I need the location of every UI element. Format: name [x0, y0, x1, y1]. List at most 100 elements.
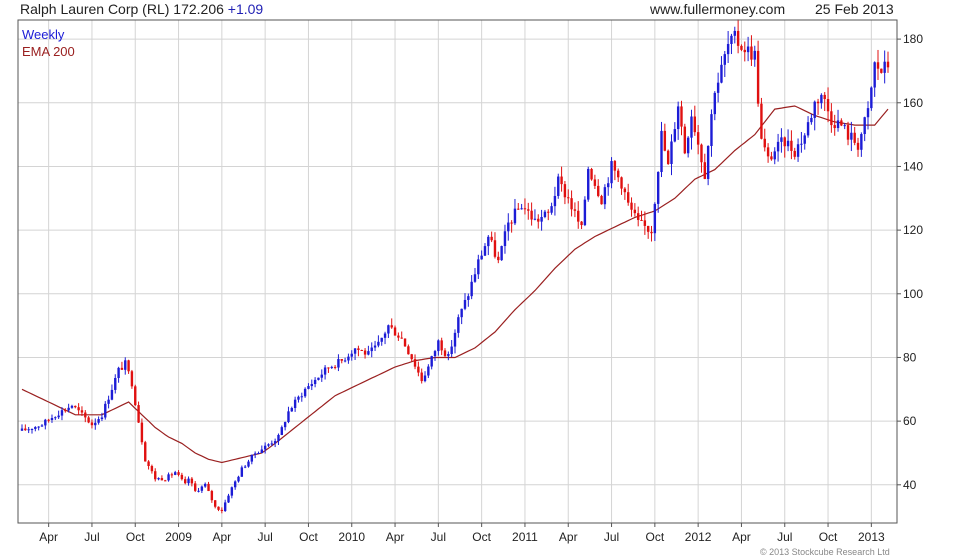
- candle-body: [613, 161, 617, 171]
- candle-body: [217, 506, 220, 510]
- candle-body: [313, 379, 317, 385]
- candle-body: [533, 218, 537, 220]
- candle-body: [750, 46, 753, 60]
- candle-body: [836, 120, 840, 129]
- candle-body: [593, 179, 597, 186]
- candle-body: [470, 281, 473, 297]
- candle-body: [353, 348, 357, 354]
- candle-body: [587, 168, 590, 200]
- candle-body: [40, 425, 44, 427]
- candle-body: [463, 299, 467, 309]
- candle-body: [583, 199, 587, 226]
- candle-body: [543, 211, 547, 217]
- candle-body: [823, 94, 826, 100]
- candle-body: [547, 211, 550, 213]
- candle-body: [623, 188, 627, 193]
- copyright-notice: © 2013 Stockcube Research Ltd: [760, 547, 890, 557]
- x-tick-label: 2009: [165, 530, 192, 544]
- candle-body: [617, 170, 620, 178]
- candle-body: [80, 410, 84, 413]
- candle-body: [297, 396, 300, 400]
- candle-body: [507, 222, 510, 232]
- candle-body: [180, 474, 184, 480]
- x-tick-label: 2013: [858, 530, 885, 544]
- candle-body: [577, 210, 580, 222]
- candle-body: [197, 490, 200, 492]
- candle-body: [633, 209, 637, 214]
- candle-body: [74, 405, 77, 408]
- x-tick-label: Apr: [386, 530, 405, 544]
- candle-body: [537, 218, 540, 222]
- candle-body: [177, 472, 180, 475]
- candle-body: [550, 206, 553, 213]
- candle-body: [104, 403, 107, 418]
- candlestick-chart: 40 60 80 100 120 140 160 180 Apr Jul Oct 2009 Apr Ju…: [17, 19, 923, 544]
- candle-body: [760, 103, 763, 139]
- candle-body: [310, 384, 313, 387]
- candle-body: [500, 246, 503, 261]
- candle-body: [503, 231, 507, 247]
- candle-body: [790, 140, 793, 151]
- candle-body: [170, 474, 174, 476]
- candle-body: [250, 454, 254, 462]
- candle-body: [557, 176, 560, 196]
- candle-body: [600, 195, 603, 205]
- candle-body: [50, 418, 54, 420]
- candle-body: [597, 185, 600, 196]
- y-tick-label: 160: [903, 96, 923, 110]
- candle-body: [473, 274, 477, 282]
- candle-body: [427, 366, 430, 376]
- candle-body: [813, 101, 816, 118]
- candle-body: [800, 143, 803, 145]
- candle-body: [570, 198, 573, 210]
- x-tick-label: Apr: [559, 530, 578, 544]
- x-tick-label: Apr: [39, 530, 58, 544]
- candle-body: [377, 341, 380, 346]
- candle-body: [627, 192, 630, 203]
- candle-body: [240, 467, 244, 477]
- candle-body: [130, 371, 134, 387]
- candle-body: [340, 359, 343, 361]
- x-tick-label: 2010: [338, 530, 365, 544]
- candle-body: [147, 461, 150, 467]
- candle-body: [480, 255, 483, 260]
- candle-body: [590, 168, 593, 180]
- candle-body: [527, 209, 530, 211]
- candle-body: [380, 337, 383, 342]
- candle-body: [746, 46, 750, 53]
- candle-body: [124, 360, 127, 370]
- candle-body: [84, 412, 87, 418]
- candle-body: [730, 35, 733, 44]
- candle-body: [203, 483, 207, 487]
- candle-body: [460, 308, 463, 318]
- candle-body: [260, 449, 264, 453]
- candle-body: [487, 236, 490, 247]
- candle-body: [90, 422, 94, 426]
- candle-body: [343, 360, 347, 362]
- candle-body: [393, 327, 397, 336]
- candle-body: [383, 333, 387, 338]
- candle-body: [736, 30, 740, 46]
- candle-body: [560, 176, 563, 185]
- legend-entry: EMA 200: [22, 44, 75, 59]
- candle-body: [457, 317, 460, 333]
- candle-body: [397, 335, 400, 338]
- candle-body: [710, 114, 713, 146]
- x-tick-label: Apr: [213, 530, 232, 544]
- candle-body: [77, 407, 80, 411]
- candle-body: [490, 236, 493, 241]
- candle-body: [450, 346, 453, 355]
- candle-body: [277, 434, 280, 442]
- candle-body: [856, 142, 860, 150]
- candle-body: [94, 422, 97, 426]
- candle-body: [443, 350, 447, 356]
- candle-body: [290, 408, 293, 412]
- candle-body: [810, 117, 813, 123]
- candle-body: [603, 187, 607, 205]
- candle-body: [780, 137, 783, 142]
- candle-body: [253, 453, 257, 455]
- candle-body: [860, 134, 863, 150]
- candle-body: [610, 161, 613, 184]
- x-tick-label: Jul: [84, 530, 99, 544]
- candle-body: [850, 132, 853, 140]
